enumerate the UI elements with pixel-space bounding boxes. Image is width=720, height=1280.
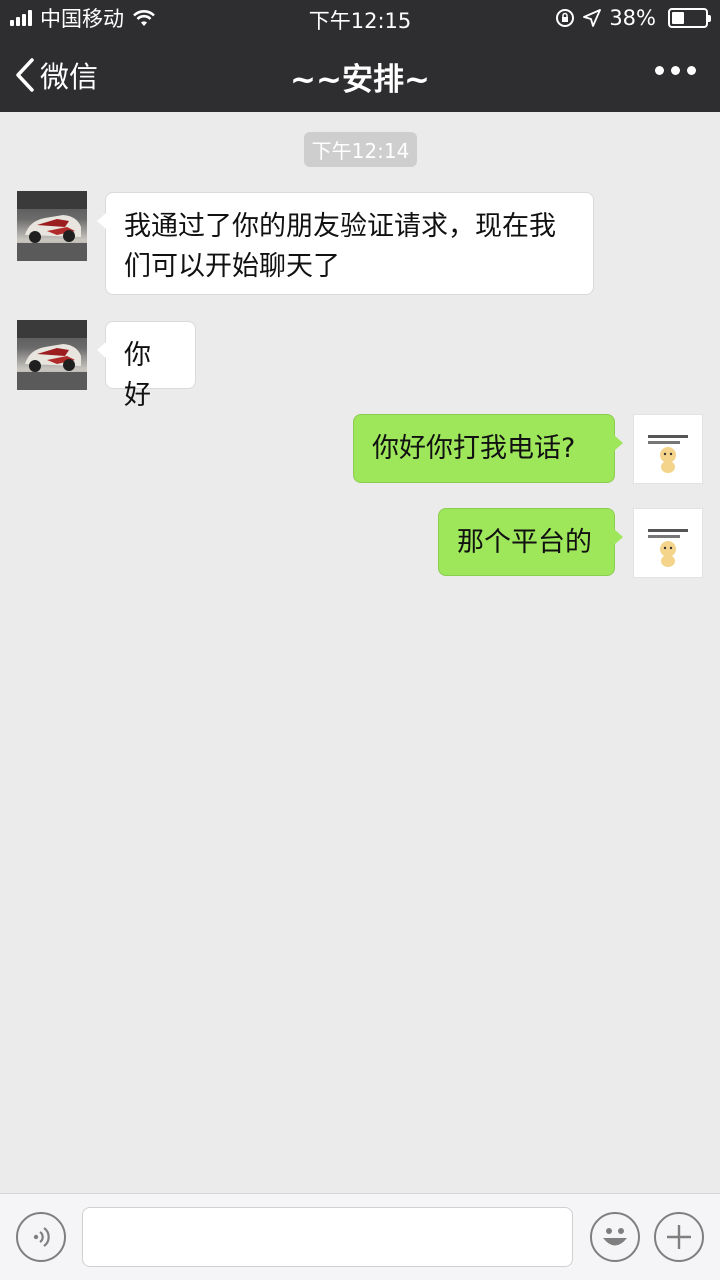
battery-percent: 38% bbox=[609, 6, 656, 30]
car-image-icon bbox=[17, 191, 87, 261]
message-bubble-2[interactable]: 你好 bbox=[97, 321, 196, 411]
my-avatar[interactable] bbox=[633, 508, 703, 578]
message-1-line-2: 们可以开始聊天了 bbox=[124, 251, 340, 282]
cartoon-dog-icon bbox=[648, 529, 688, 567]
location-icon bbox=[583, 9, 602, 27]
message-2-text: 你好 bbox=[124, 340, 151, 411]
chat-timestamp: 下午12:14 bbox=[304, 132, 417, 167]
nav-bar: 微信 ~~安排~ bbox=[0, 36, 720, 112]
plus-icon bbox=[667, 1225, 691, 1249]
contact-avatar[interactable] bbox=[17, 320, 87, 390]
signal-icon bbox=[10, 10, 32, 26]
orientation-lock-icon bbox=[556, 9, 575, 27]
voice-button[interactable] bbox=[16, 1212, 66, 1262]
message-bubble-3[interactable]: 你好你打我电话? bbox=[353, 414, 623, 483]
status-bar: 中国移动 下午12:15 38% bbox=[0, 0, 720, 36]
message-bubble-1[interactable]: 我通过了你的朋友验证请求，现在我 们可以开始聊天了 bbox=[97, 192, 594, 295]
wifi-icon bbox=[133, 10, 155, 26]
input-bar bbox=[0, 1193, 720, 1280]
my-avatar[interactable] bbox=[633, 414, 703, 484]
status-right: 38% bbox=[555, 6, 711, 30]
chat-title: ~~安排~ bbox=[290, 62, 430, 98]
cartoon-dog-icon bbox=[648, 435, 688, 473]
message-input[interactable] bbox=[82, 1207, 573, 1267]
back-label: 微信 bbox=[40, 60, 99, 94]
emoji-button[interactable] bbox=[590, 1212, 640, 1262]
status-left: 中国移动 bbox=[10, 3, 156, 33]
more-icon[interactable] bbox=[655, 66, 696, 75]
plus-button[interactable] bbox=[654, 1212, 704, 1262]
message-4-text: 那个平台的 bbox=[457, 527, 592, 558]
car-image-icon bbox=[17, 320, 87, 390]
voice-icon bbox=[33, 1227, 50, 1247]
back-chevron-icon bbox=[16, 58, 34, 92]
message-3-text: 你好你打我电话? bbox=[372, 433, 576, 464]
battery-icon bbox=[668, 8, 711, 28]
emoji-icon bbox=[603, 1228, 627, 1246]
battery-fill bbox=[672, 12, 685, 24]
contact-avatar[interactable] bbox=[17, 191, 87, 261]
back-button[interactable]: 微信 bbox=[14, 54, 98, 96]
message-1-line-1: 我通过了你的朋友验证请求，现在我 bbox=[124, 211, 556, 242]
message-bubble-4[interactable]: 那个平台的 bbox=[438, 508, 623, 576]
carrier-label: 中国移动 bbox=[40, 7, 124, 31]
